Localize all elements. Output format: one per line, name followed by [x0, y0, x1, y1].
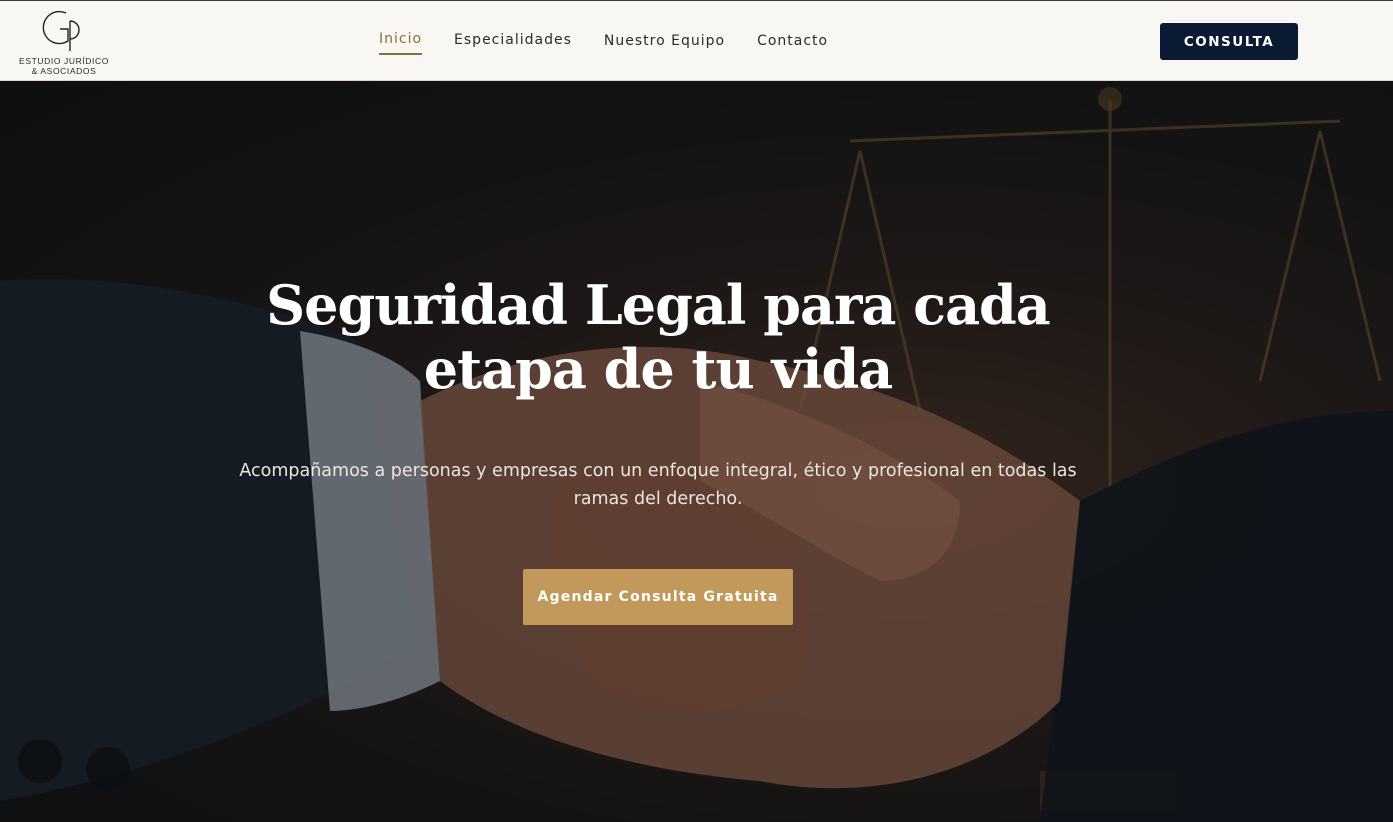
nav-item-especialidades[interactable]: Especialidades [454, 32, 572, 54]
hero-title: Seguridad Legal para cada etapa de tu vi… [266, 273, 1051, 401]
hero-section: Seguridad Legal para cada etapa de tu vi… [0, 81, 1393, 822]
nav-item-inicio[interactable]: Inicio [379, 31, 423, 55]
nav-item-nuestro-equipo[interactable]: Nuestro Equipo [604, 33, 725, 55]
logo[interactable]: ESTUDIO JURÍDICO & ASOCIADOS [14, 7, 114, 77]
main-nav: Inicio Especialidades Nuestro Equipo Con… [379, 30, 860, 55]
logo-text-line1: ESTUDIO JURÍDICO [19, 56, 109, 66]
site-header: ESTUDIO JURÍDICO & ASOCIADOS Inicio Espe… [0, 0, 1393, 81]
nav-item-contacto[interactable]: Contacto [757, 33, 828, 55]
hero-overlay [0, 81, 1393, 822]
consulta-button[interactable]: CONSULTA [1160, 23, 1298, 60]
hero-subtitle: Acompañamos a personas y empresas con un… [239, 461, 1077, 509]
agendar-consulta-button[interactable]: Agendar Consulta Gratuita [523, 569, 793, 625]
logo-text-line2: & ASOCIADOS [31, 66, 97, 76]
gp-monogram-icon [42, 10, 80, 51]
